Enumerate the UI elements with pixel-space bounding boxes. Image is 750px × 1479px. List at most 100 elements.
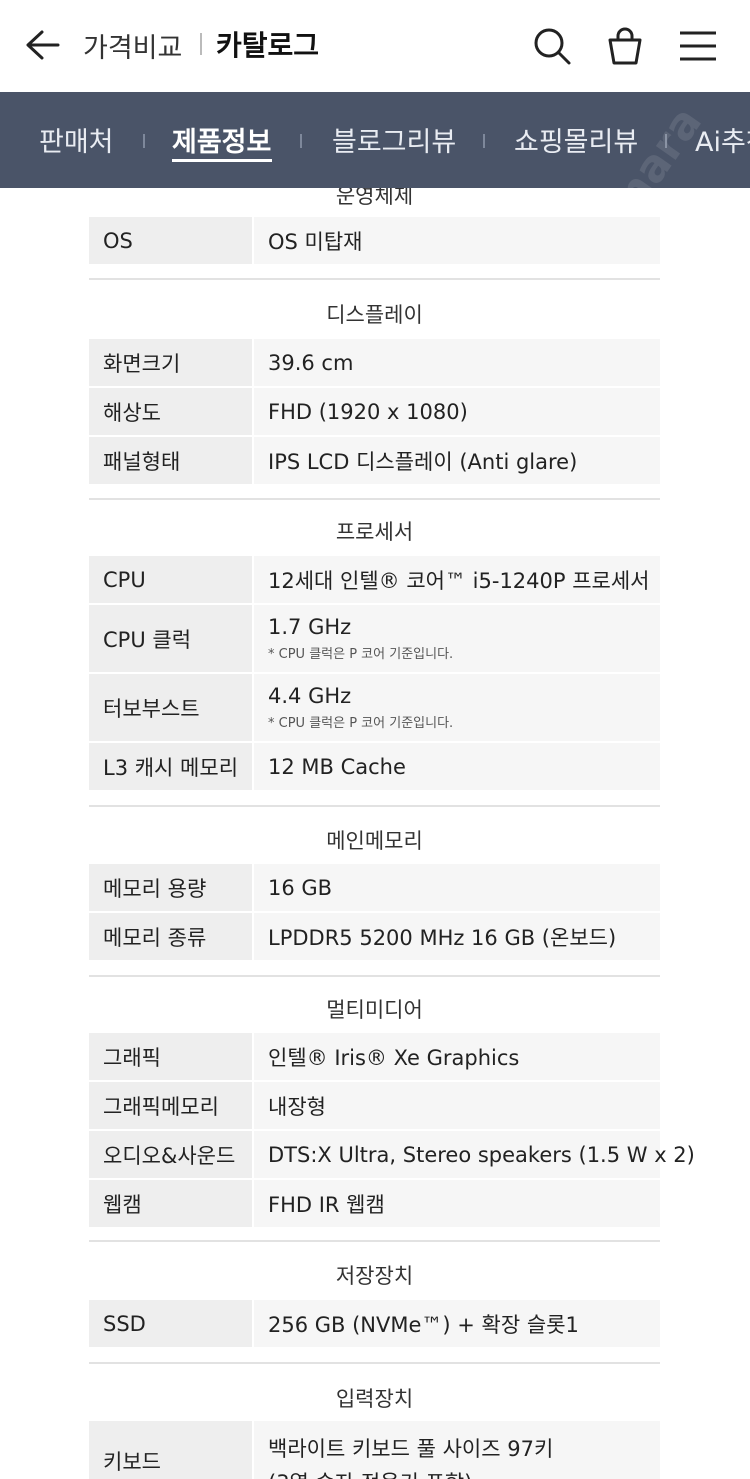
tab-product-info[interactable]: 제품정보: [172, 120, 271, 159]
spec-value: 인텔® Iris® Xe Graphics: [254, 1033, 660, 1080]
tab-divider: [143, 134, 145, 148]
spec-value-text: IPS LCD 디스플레이 (Anti glare): [268, 449, 578, 474]
section-title: 입력장치: [335, 1387, 414, 1411]
tab-blog-reviews[interactable]: 블로그리뷰: [332, 120, 456, 159]
spec-row: 그래픽메모리 내장형: [89, 1082, 660, 1129]
spec-label: 패널형태: [89, 437, 252, 484]
spec-label: L3 캐시 메모리: [89, 743, 252, 790]
spec-value-text: FHD (1920 x 1080): [268, 399, 468, 424]
spec-row: 화면크기 39.6 cm: [89, 339, 660, 386]
spec-value: IPS LCD 디스플레이 (Anti glare): [254, 437, 660, 484]
spec-value-text: 16 GB: [268, 875, 333, 900]
spec-value: OS 미탑재: [254, 217, 660, 264]
spec-label: CPU: [89, 556, 252, 603]
section-title: 저장장치: [335, 1264, 414, 1288]
spec-value: 39.6 cm: [254, 339, 660, 386]
spec-row: 터보부스트 4.4 GHz * CPU 클럭은 P 코어 기준입니다.: [89, 674, 660, 741]
spec-label: 그래픽: [89, 1033, 252, 1080]
spec-row: L3 캐시 메모리 12 MB Cache: [89, 743, 660, 790]
spec-row: CPU 클럭 1.7 GHz * CPU 클럭은 P 코어 기준입니다.: [89, 605, 660, 672]
spec-note: * CPU 클럭은 P 코어 기준입니다.: [268, 716, 454, 731]
tab-divider: [300, 134, 302, 148]
spec-value: DTS:X Ultra, Stereo speakers (1.5 W x 2): [254, 1131, 695, 1178]
tab-divider: [483, 134, 485, 148]
page-title: 카탈로그: [216, 29, 320, 62]
spec-value: 16 GB: [254, 864, 660, 911]
tab-sellers[interactable]: 판매처: [39, 120, 114, 159]
spec-value-text: 39.6 cm: [268, 350, 354, 375]
section-divider: [89, 498, 660, 500]
spec-label: 터보부스트: [89, 674, 252, 741]
tab-ai-recommend[interactable]: Ai추천: [695, 120, 750, 159]
spec-label: 메모리 종류: [89, 913, 252, 960]
section-title: 메인메모리: [326, 829, 423, 853]
spec-row: OS OS 미탑재: [89, 217, 660, 264]
search-icon: [534, 28, 571, 65]
tab-mall-reviews[interactable]: 쇼핑몰리뷰: [514, 120, 638, 159]
spec-label: 메모리 용량: [89, 864, 252, 911]
spec-row: 패널형태 IPS LCD 디스플레이 (Anti glare): [89, 437, 660, 484]
spec-value-text: 백라이트 키보드 풀 사이즈 97키: [268, 1437, 554, 1461]
spec-label: 오디오&사운드: [89, 1131, 252, 1178]
spec-label: SSD: [89, 1300, 252, 1347]
spec-value: 백라이트 키보드 풀 사이즈 97키 (3열 숫자 전용키 포함): [254, 1421, 660, 1479]
spec-value-text: 인텔® Iris® Xe Graphics: [268, 1045, 520, 1070]
back-button[interactable]: [22, 25, 62, 65]
spec-value: 내장형: [254, 1082, 660, 1129]
app-header: 가격비교 카탈로그: [0, 0, 750, 92]
section-divider: [89, 1362, 660, 1364]
spec-label: 화면크기: [89, 339, 252, 386]
section-divider: [89, 1240, 660, 1242]
tab-bar: 판매처 제품정보 블로그리뷰 쇼핑몰리뷰 Ai추천 joongonara: [0, 92, 750, 188]
spec-table: 운영체제 OS OS 미탑재 디스플레이 화면크기 39.6 cm 해상도 FH…: [0, 188, 750, 1479]
spec-value-text: 256 GB (NVMe™) + 확장 슬롯1: [268, 1312, 579, 1337]
section-divider: [89, 278, 660, 280]
spec-value: 1.7 GHz * CPU 클럭은 P 코어 기준입니다.: [254, 605, 660, 672]
section-title: 운영체제: [335, 188, 414, 208]
spec-value: LPDDR5 5200 MHz 16 GB (온보드): [254, 913, 660, 960]
arrow-left-icon: [26, 30, 60, 60]
spec-row: 오디오&사운드 DTS:X Ultra, Stereo speakers (1.…: [89, 1131, 695, 1178]
spec-row: 메모리 용량 16 GB: [89, 864, 660, 911]
tab-divider: [665, 134, 667, 148]
spec-value: FHD (1920 x 1080): [254, 388, 660, 435]
spec-label: 웹캠: [89, 1180, 252, 1227]
spec-value-text: 12 MB Cache: [268, 754, 406, 779]
section-title: 디스플레이: [326, 303, 423, 327]
spec-label: OS: [89, 217, 252, 264]
breadcrumb-price-compare[interactable]: 가격비교: [83, 26, 182, 65]
spec-row: 해상도 FHD (1920 x 1080): [89, 388, 660, 435]
spec-value-text: DTS:X Ultra, Stereo speakers (1.5 W x 2): [268, 1142, 695, 1167]
spec-value-text: 12세대 인텔® 코어™ i5-1240P 프로세서: [268, 568, 650, 593]
shopping-bag-icon: [608, 27, 642, 65]
spec-value: FHD IR 웹캠: [254, 1180, 660, 1227]
spec-value-text: 4.4 GHz: [268, 684, 352, 708]
spec-value-text: LPDDR5 5200 MHz 16 GB (온보드): [268, 925, 617, 950]
spec-row: SSD 256 GB (NVMe™) + 확장 슬롯1: [89, 1300, 660, 1347]
spec-row: 그래픽 인텔® Iris® Xe Graphics: [89, 1033, 660, 1080]
spec-label: 해상도: [89, 388, 252, 435]
search-button[interactable]: [530, 24, 574, 68]
cart-button[interactable]: [603, 24, 647, 68]
spec-row: CPU 12세대 인텔® 코어™ i5-1240P 프로세서: [89, 556, 660, 603]
menu-button[interactable]: [676, 24, 720, 68]
spec-value: 12 MB Cache: [254, 743, 660, 790]
active-tab-indicator: [172, 159, 272, 162]
spec-value-text: 내장형: [268, 1094, 326, 1119]
breadcrumb-divider: [200, 33, 202, 55]
spec-row: 메모리 종류 LPDDR5 5200 MHz 16 GB (온보드): [89, 913, 660, 960]
section-divider: [89, 975, 660, 977]
spec-value-text: (3열 숫자 전용키 포함): [268, 1467, 660, 1479]
spec-label: CPU 클럭: [89, 605, 252, 672]
spec-value: 12세대 인텔® 코어™ i5-1240P 프로세서: [254, 556, 660, 603]
spec-value-text: 1.7 GHz: [268, 615, 352, 639]
spec-row: 웹캠 FHD IR 웹캠: [89, 1180, 660, 1227]
spec-value: 4.4 GHz * CPU 클럭은 P 코어 기준입니다.: [254, 674, 660, 741]
section-title: 멀티미디어: [326, 998, 423, 1022]
spec-value-text: FHD IR 웹캠: [268, 1192, 385, 1217]
spec-note: * CPU 클럭은 P 코어 기준입니다.: [268, 647, 454, 662]
hamburger-menu-icon: [680, 31, 716, 61]
spec-row: 키보드 백라이트 키보드 풀 사이즈 97키 (3열 숫자 전용키 포함): [89, 1421, 660, 1479]
section-title: 프로세서: [335, 520, 414, 544]
spec-value: 256 GB (NVMe™) + 확장 슬롯1: [254, 1300, 660, 1347]
